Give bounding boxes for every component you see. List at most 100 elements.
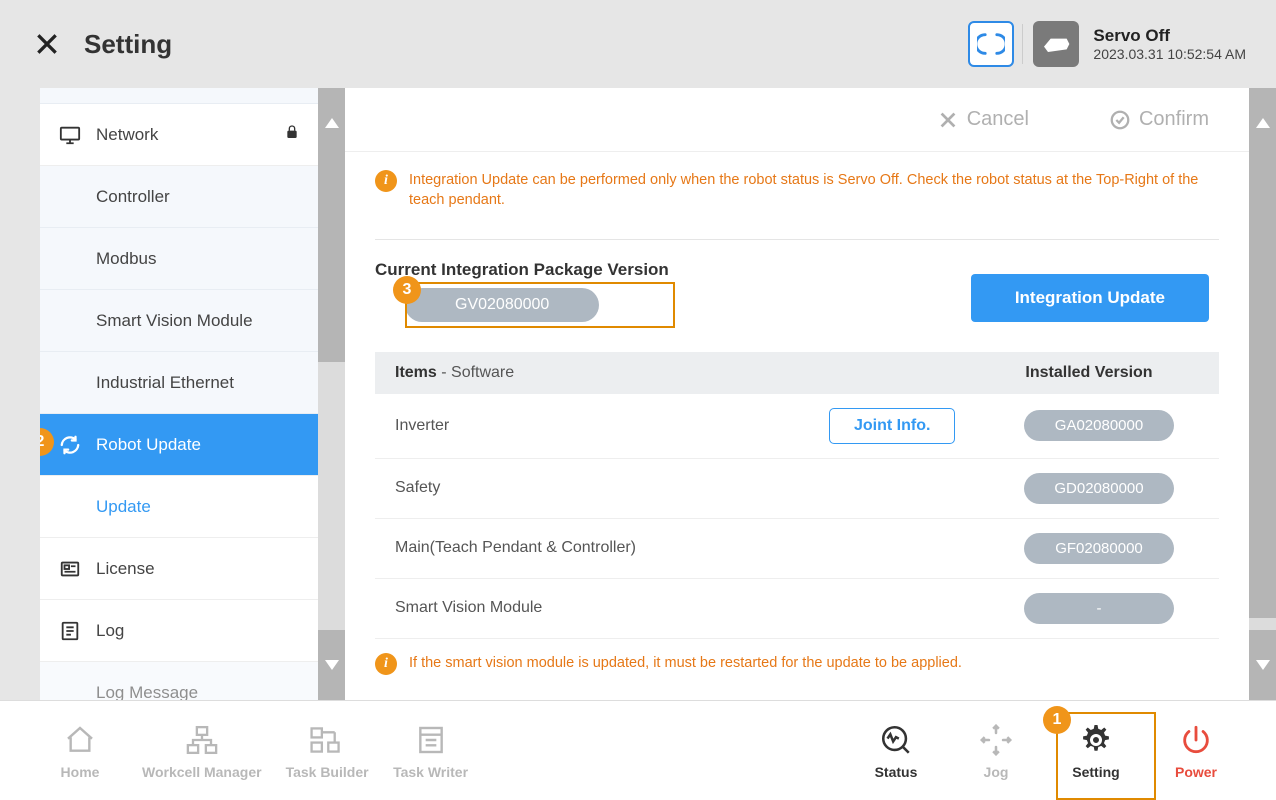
row-name: Inverter: [395, 417, 829, 435]
nav917: Status: [875, 764, 918, 780]
nav-label: Power: [1175, 764, 1217, 780]
sidebar-label: License: [96, 559, 155, 579]
col-version: Installed Version: [979, 364, 1199, 382]
sidebar-item-svm[interactable]: Smart Vision Module: [40, 290, 318, 352]
nav-power[interactable]: Power: [1146, 714, 1246, 788]
sidebar-item-modbus[interactable]: Modbus: [40, 228, 318, 290]
nav-label: Home: [61, 764, 100, 780]
row-name: Main(Teach Pendant & Controller): [395, 539, 829, 557]
nav-label: Task Writer: [393, 764, 468, 780]
sidebar-label: Update: [96, 497, 151, 517]
sidebar-item-license[interactable]: License: [40, 538, 318, 600]
info-icon: i: [375, 170, 397, 192]
task-builder-icon: [309, 722, 345, 758]
sidebar-item-industrial[interactable]: Industrial Ethernet: [40, 352, 318, 414]
joint-info-button[interactable]: Joint Info.: [829, 408, 955, 444]
top-bar: Setting Servo Off 2023.03.31 10:52:54 AM: [0, 0, 1276, 88]
info-text: If the smart vision module is updated, i…: [409, 653, 962, 673]
info-banner-1: i Integration Update can be performed on…: [345, 152, 1249, 221]
jog-icon: [979, 722, 1013, 758]
scroll-down-icon[interactable]: [318, 630, 345, 700]
lock-icon: [284, 124, 300, 145]
callout-3: 3: [393, 276, 421, 304]
nav-jog[interactable]: Jog: [946, 714, 1046, 788]
sidebar-label: Industrial Ethernet: [96, 373, 234, 393]
info-icon: i: [375, 653, 397, 675]
hand-icon[interactable]: [1033, 21, 1079, 67]
status-block: Servo Off 2023.03.31 10:52:54 AM: [1093, 26, 1246, 62]
gear-icon: [1078, 722, 1114, 758]
monitor-icon: [58, 124, 82, 146]
cancel-label: Cancel: [967, 108, 1029, 131]
cancel-button[interactable]: Cancel: [917, 108, 1049, 131]
status-icon: [879, 722, 913, 758]
row-version: GA02080000: [1024, 410, 1174, 441]
nav-label: Task Builder: [286, 764, 369, 780]
version-label: Current Integration Package Version: [375, 260, 669, 280]
nav-status[interactable]: Status: [846, 714, 946, 788]
sidebar-label: Robot Update: [96, 435, 201, 455]
sidebar-label: Log Message: [96, 683, 198, 701]
row-version: GD02080000: [1024, 473, 1174, 504]
content-scrollbar[interactable]: [1249, 88, 1276, 700]
confirm-label: Confirm: [1139, 108, 1209, 131]
sidebar: Network Controller Modbus Smart Vision M…: [40, 88, 318, 700]
license-icon: [58, 558, 82, 580]
scroll-up-icon[interactable]: [318, 88, 345, 158]
info-banner-2: i If the smart vision module is updated,…: [345, 639, 1249, 685]
row-version: -: [1024, 593, 1174, 624]
sidebar-label: Controller: [96, 187, 170, 207]
col-software: - Software: [437, 364, 514, 381]
nav-task-writer[interactable]: Task Writer: [381, 714, 481, 788]
nav-label: Jog: [984, 764, 1009, 780]
sidebar-label: Modbus: [96, 249, 156, 269]
close-icon: [937, 109, 959, 131]
table-row: Smart Vision Module -: [375, 579, 1219, 639]
nav-label: Setting: [1072, 764, 1119, 780]
table-row: Safety GD02080000: [375, 459, 1219, 519]
power-icon: [1179, 722, 1213, 758]
row-version: GF02080000: [1024, 533, 1174, 564]
status-timestamp: 2023.03.31 10:52:54 AM: [1093, 46, 1246, 62]
sidebar-label: Network: [96, 125, 158, 145]
log-icon: [58, 620, 82, 642]
nav-home[interactable]: Home: [30, 714, 130, 788]
nav-label: Workcell Manager: [142, 764, 262, 780]
sidebar-label: Log: [96, 621, 124, 641]
confirm-button[interactable]: Confirm: [1089, 108, 1229, 131]
sidebar-scrollbar[interactable]: [318, 88, 345, 700]
check-circle-icon: [1109, 109, 1131, 131]
status-title: Servo Off: [1093, 26, 1246, 46]
scroll-down-icon[interactable]: [1249, 630, 1276, 700]
software-table: Items - Software Installed Version Inver…: [375, 352, 1219, 639]
nav-task-builder[interactable]: Task Builder: [274, 714, 381, 788]
content-panel: Cancel Confirm i Integration Update can …: [345, 88, 1249, 700]
sidebar-item-controller[interactable]: Controller: [40, 166, 318, 228]
page-title: Setting: [84, 29, 172, 60]
workcell-icon: [184, 722, 220, 758]
sidebar-item-log[interactable]: Log: [40, 600, 318, 662]
scroll-up-icon[interactable]: [1249, 88, 1276, 158]
col-items: Items: [395, 364, 437, 381]
version-value: GV02080000: [405, 288, 599, 322]
row-name: Smart Vision Module: [395, 599, 829, 617]
row-name: Safety: [395, 479, 829, 497]
close-icon[interactable]: [30, 27, 64, 61]
refresh-icon: [58, 434, 82, 456]
nav-workcell[interactable]: Workcell Manager: [130, 714, 274, 788]
table-row: Main(Teach Pendant & Controller) GF02080…: [375, 519, 1219, 579]
sidebar-item-network[interactable]: Network: [40, 104, 318, 166]
table-row: Inverter Joint Info. GA02080000: [375, 394, 1219, 459]
info-text: Integration Update can be performed only…: [409, 170, 1219, 211]
callout-1: 1: [1043, 706, 1071, 734]
robot-status-icon[interactable]: [968, 21, 1014, 67]
sidebar-item-update[interactable]: Update: [40, 476, 318, 538]
sidebar-label: Smart Vision Module: [96, 311, 253, 331]
table-header: Items - Software Installed Version: [375, 352, 1219, 394]
bottom-nav: Home Workcell Manager Task Builder Task …: [0, 700, 1276, 800]
sidebar-item-robot-update[interactable]: Robot Update: [40, 414, 318, 476]
task-writer-icon: [415, 722, 447, 758]
integration-update-button[interactable]: Integration Update: [971, 274, 1209, 322]
home-icon: [64, 722, 96, 758]
sidebar-item-log-message[interactable]: Log Message: [40, 662, 318, 700]
